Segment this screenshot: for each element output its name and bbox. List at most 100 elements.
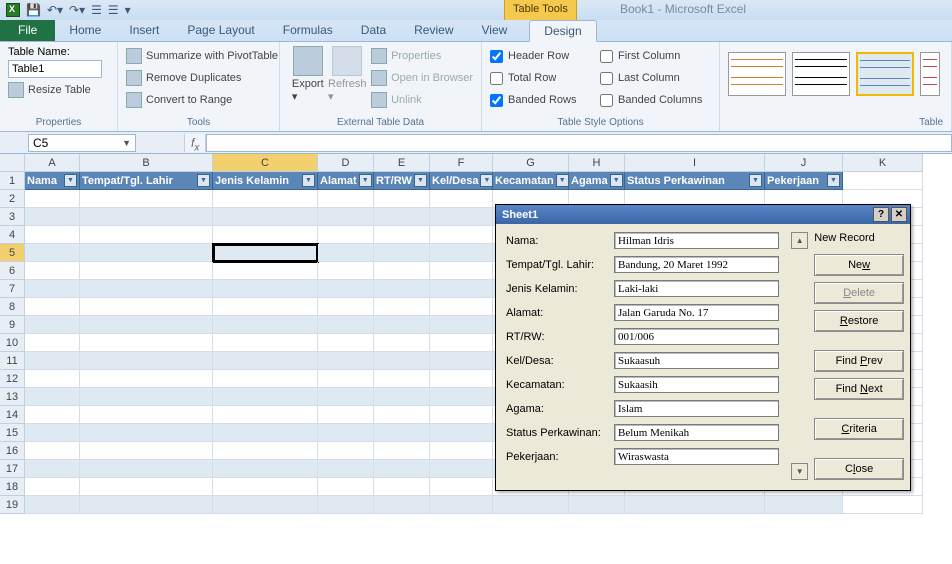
cell[interactable]: [318, 442, 374, 460]
row-header[interactable]: 11: [0, 352, 25, 370]
cell[interactable]: [374, 208, 430, 226]
tab-home[interactable]: Home: [55, 20, 115, 41]
column-header[interactable]: I: [625, 154, 765, 172]
cell[interactable]: [318, 298, 374, 316]
header-row-checkbox[interactable]: Header Row: [490, 46, 600, 66]
table-header-cell[interactable]: Tempat/Tgl. Lahir▼: [80, 172, 213, 190]
cell[interactable]: [25, 280, 80, 298]
table-style-swatch[interactable]: [920, 52, 940, 96]
last-column-checkbox[interactable]: Last Column: [600, 68, 702, 88]
column-header[interactable]: E: [374, 154, 430, 172]
export-button[interactable]: Export▾: [288, 46, 328, 103]
row-header[interactable]: 4: [0, 226, 25, 244]
cell[interactable]: [80, 442, 213, 460]
cell[interactable]: [213, 190, 318, 208]
cell[interactable]: [25, 208, 80, 226]
cell[interactable]: [430, 352, 493, 370]
refresh-button[interactable]: Refresh▾: [328, 46, 368, 103]
filter-dropdown-icon[interactable]: ▼: [480, 174, 493, 187]
cell[interactable]: [80, 208, 213, 226]
table-header-cell[interactable]: Status Perkawinan▼: [625, 172, 765, 190]
cell[interactable]: [213, 388, 318, 406]
form-input[interactable]: [614, 232, 779, 249]
cell[interactable]: [213, 352, 318, 370]
cell[interactable]: [843, 172, 923, 190]
tab-page-layout[interactable]: Page Layout: [173, 20, 268, 41]
close-button[interactable]: Close: [814, 458, 904, 480]
cell[interactable]: [765, 496, 843, 514]
row-header[interactable]: 16: [0, 442, 25, 460]
cell[interactable]: [374, 280, 430, 298]
find-next-button[interactable]: Find Next: [814, 378, 904, 400]
name-box[interactable]: C5▼: [28, 134, 136, 152]
cell[interactable]: [25, 316, 80, 334]
cell[interactable]: [80, 244, 213, 262]
table-style-swatch[interactable]: [856, 52, 914, 96]
filter-dropdown-icon[interactable]: ▼: [827, 174, 840, 187]
cell[interactable]: [80, 316, 213, 334]
total-row-checkbox[interactable]: Total Row: [490, 68, 600, 88]
cell[interactable]: [430, 208, 493, 226]
cell[interactable]: [25, 262, 80, 280]
cell[interactable]: [430, 298, 493, 316]
cell[interactable]: [25, 298, 80, 316]
cell[interactable]: [430, 334, 493, 352]
cell[interactable]: [430, 496, 493, 514]
cell[interactable]: [374, 352, 430, 370]
filter-dropdown-icon[interactable]: ▼: [64, 174, 77, 187]
cell[interactable]: [430, 442, 493, 460]
cell[interactable]: [25, 424, 80, 442]
cell[interactable]: [80, 262, 213, 280]
form-input[interactable]: [614, 280, 779, 297]
qat-item[interactable]: ☰: [108, 3, 119, 17]
cell[interactable]: [213, 262, 318, 280]
row-header[interactable]: 10: [0, 334, 25, 352]
restore-button[interactable]: Restore: [814, 310, 904, 332]
filter-dropdown-icon[interactable]: ▼: [749, 174, 762, 187]
table-header-cell[interactable]: Jenis Kelamin▼: [213, 172, 318, 190]
cell[interactable]: [213, 424, 318, 442]
cell[interactable]: [25, 406, 80, 424]
cell[interactable]: [374, 370, 430, 388]
cell[interactable]: [213, 370, 318, 388]
new-button[interactable]: New: [814, 254, 904, 276]
cell[interactable]: [318, 334, 374, 352]
close-x-button[interactable]: ✕: [891, 207, 907, 222]
cell[interactable]: [374, 226, 430, 244]
tab-formulas[interactable]: Formulas: [269, 20, 347, 41]
table-style-swatch[interactable]: [792, 52, 850, 96]
form-input[interactable]: [614, 424, 779, 441]
cell[interactable]: [318, 388, 374, 406]
column-header[interactable]: A: [25, 154, 80, 172]
column-header[interactable]: F: [430, 154, 493, 172]
tab-review[interactable]: Review: [400, 20, 467, 41]
table-header-cell[interactable]: Kel/Desa▼: [430, 172, 493, 190]
cell[interactable]: [80, 496, 213, 514]
row-header[interactable]: 18: [0, 478, 25, 496]
cell[interactable]: [843, 496, 923, 514]
cell[interactable]: [213, 298, 318, 316]
form-input[interactable]: [614, 304, 779, 321]
remove-duplicates-button[interactable]: Remove Duplicates: [126, 68, 278, 88]
cell[interactable]: [80, 388, 213, 406]
cell[interactable]: [430, 460, 493, 478]
cell[interactable]: [25, 334, 80, 352]
tab-insert[interactable]: Insert: [115, 20, 173, 41]
column-header[interactable]: J: [765, 154, 843, 172]
first-column-checkbox[interactable]: First Column: [600, 46, 702, 66]
formula-input[interactable]: [206, 134, 952, 152]
save-icon[interactable]: 💾: [26, 3, 41, 17]
row-header[interactable]: 19: [0, 496, 25, 514]
filter-dropdown-icon[interactable]: ▼: [302, 174, 315, 187]
cell[interactable]: [318, 478, 374, 496]
tab-design[interactable]: Design: [529, 20, 596, 42]
cell[interactable]: [80, 424, 213, 442]
cell[interactable]: [318, 190, 374, 208]
cell[interactable]: [374, 388, 430, 406]
cell[interactable]: [213, 316, 318, 334]
redo-icon[interactable]: ↷▾: [69, 3, 85, 17]
cell[interactable]: [569, 496, 625, 514]
cell[interactable]: [25, 244, 80, 262]
row-header[interactable]: 17: [0, 460, 25, 478]
filter-dropdown-icon[interactable]: ▼: [414, 174, 427, 187]
